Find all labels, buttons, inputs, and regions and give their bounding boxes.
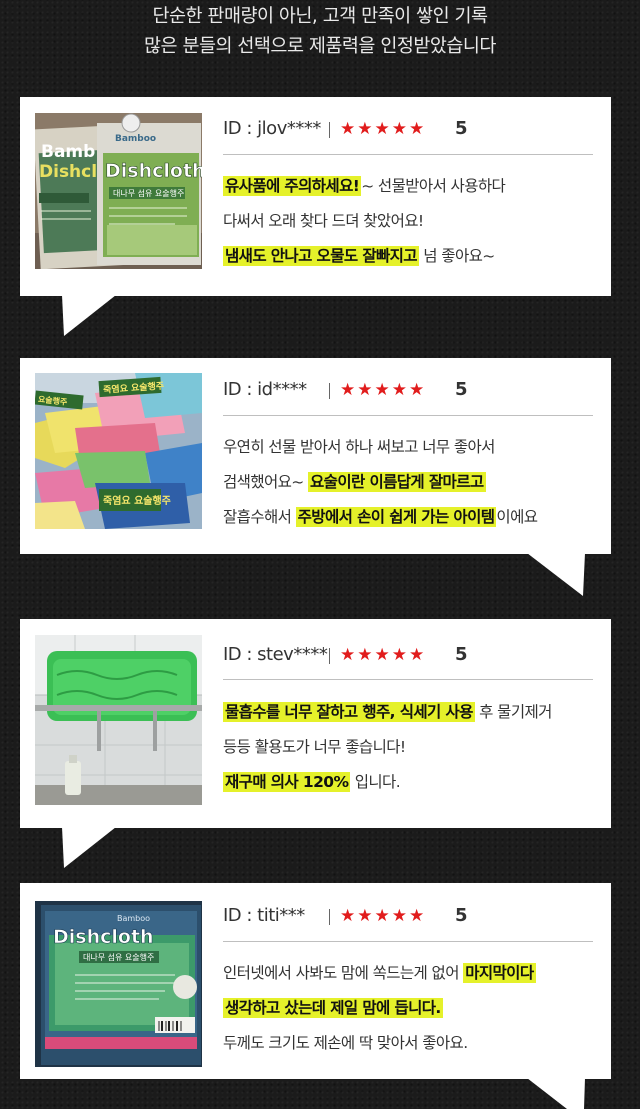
highlight-text: 물흡수를 너무 잘하고 행주, 식세기 사용 xyxy=(223,702,475,722)
review-line-1: 인터넷에서 사봐도 맘에 쏙드는게 없어 마지막이다 xyxy=(223,958,536,988)
card-divider xyxy=(223,415,593,416)
review-meta-2: ID : id**** ★★★★★ 5 xyxy=(223,374,593,406)
review-line-1: 물흡수를 너무 잘하고 행주, 식세기 사용 후 물기제거 xyxy=(223,697,552,727)
highlight-text: 재구매 의사 120% xyxy=(223,772,351,792)
highlight-text: 요술이란 이름답게 잘마르고 xyxy=(308,472,486,492)
star-rating: ★★★★★ xyxy=(340,380,427,400)
review-line-3: 재구매 의사 120% 입니다. xyxy=(223,767,401,797)
highlight-text: 냄새도 안나고 오물도 잘빠지고 xyxy=(223,246,419,266)
meta-separator xyxy=(329,383,330,399)
plain-text: 잘흡수해서 xyxy=(223,508,296,526)
speech-tail-right xyxy=(527,1078,585,1109)
plain-text: 입니다. xyxy=(350,773,401,791)
review-line-2: 생각하고 샀는데 제일 맘에 듭니다. xyxy=(223,993,443,1023)
plain-text: 다써서 오래 찾다 드뎌 찾았어요! xyxy=(223,212,424,230)
photo-label-text: 죽염요 요술행주 xyxy=(103,494,171,507)
dishcloth-package-image: Bamboo Dishcloth 대나무 섬유 요술행주 xyxy=(35,901,202,1067)
card-divider xyxy=(223,154,593,155)
star-rating: ★★★★★ xyxy=(340,119,427,139)
review-photo-2: 죽염요 요술행주 죽염요 요술행주 요술행주 xyxy=(35,373,202,529)
review-card-3: ID : stev**** ★★★★★ 5 물흡수를 너무 잘하고 행주, 식세… xyxy=(20,619,611,828)
rating-score: 5 xyxy=(455,379,468,400)
review-line-2: 등등 활용도가 너무 좋습니다! xyxy=(223,732,406,762)
dishcloth-pile-image: 죽염요 요술행주 죽염요 요술행주 요술행주 xyxy=(35,373,202,529)
highlight-text: 주방에서 손이 쉽게 가는 아이템 xyxy=(295,507,497,527)
plain-text: 넘 좋아요~ xyxy=(418,247,495,265)
review-line-3: 냄새도 안나고 오물도 잘빠지고 넘 좋아요~ xyxy=(223,241,495,271)
svg-text:Bamb: Bamb xyxy=(41,142,95,162)
review-line-3: 두께도 크기도 제손에 딱 맞아서 좋아요. xyxy=(223,1028,468,1058)
review-line-1: 우연히 선물 받아서 하나 써보고 너무 좋아서 xyxy=(223,432,495,462)
svg-text:대나무 섬유 요술행주: 대나무 섬유 요술행주 xyxy=(113,188,184,198)
plain-text: 이에요 xyxy=(496,508,538,526)
plain-text: 인터넷에서 사봐도 맘에 쏙드는게 없어 xyxy=(223,964,464,982)
plain-text: 두께도 크기도 제손에 딱 맞아서 좋아요. xyxy=(223,1034,468,1052)
svg-text:Dishcloth: Dishcloth xyxy=(105,160,202,182)
hanging-cloth-image xyxy=(35,635,202,805)
review-photo-1: Bamboo Dishcloth Dishcl Bamb 대나무 섬유 요술행주 xyxy=(35,113,202,269)
highlight-text: 유사품에 주의하세요! xyxy=(223,176,362,196)
card-divider xyxy=(223,941,593,942)
plain-text: 검색했어요~ xyxy=(223,473,309,491)
photo-brand-text: Bamboo xyxy=(115,134,156,144)
speech-tail-left xyxy=(62,827,116,868)
meta-separator xyxy=(329,648,330,664)
plain-text: 우연히 선물 받아서 하나 써보고 너무 좋아서 xyxy=(223,438,495,456)
rating-score: 5 xyxy=(455,644,468,665)
photo-kr-text: 대나무 섬유 요술행주 xyxy=(83,952,154,962)
review-photo-3 xyxy=(35,635,202,805)
rating-score: 5 xyxy=(455,118,468,139)
card-divider xyxy=(223,679,593,680)
speech-tail-left xyxy=(62,295,116,336)
rating-score: 5 xyxy=(455,905,468,926)
highlight-text: 마지막이다 xyxy=(463,963,536,983)
photo-title-text: Dishcloth xyxy=(53,926,154,948)
speech-tail-right xyxy=(527,553,585,596)
svg-text:Dishcl: Dishcl xyxy=(39,162,97,182)
review-card-2: 죽염요 요술행주 죽염요 요술행주 요술행주 ID : id**** ★★★★★… xyxy=(20,358,611,554)
review-line-3: 잘흡수해서 주방에서 손이 쉽게 가는 아이템 이에요 xyxy=(223,502,538,532)
dishcloth-photo-image: Bamboo Dishcloth Dishcl Bamb 대나무 섬유 요술행주 xyxy=(35,113,202,269)
highlight-text: 생각하고 샀는데 제일 맘에 듭니다. xyxy=(223,998,443,1018)
photo-brand-text: Bamboo xyxy=(117,914,150,923)
review-meta-3: ID : stev**** ★★★★★ 5 xyxy=(223,639,593,671)
review-card-4: Bamboo Dishcloth 대나무 섬유 요술행주 ID : titi**… xyxy=(20,883,611,1079)
review-meta-4: ID : titi*** ★★★★★ 5 xyxy=(223,900,593,932)
plain-text: 등등 활용도가 너무 좋습니다! xyxy=(223,738,406,756)
header-line-2: 많은 분들의 선택으로 제품력을 인정받았습니다 xyxy=(144,36,496,57)
review-meta-1: ID : jlov**** ★★★★★ 5 xyxy=(223,113,593,145)
review-line-1: 유사품에 주의하세요! ~ 선물받아서 사용하다 xyxy=(223,171,506,201)
plain-text: ~ 선물받아서 사용하다 xyxy=(361,177,506,195)
review-line-2: 검색했어요~ 요술이란 이름답게 잘마르고 xyxy=(223,467,486,497)
reviewer-id: ID : titi*** xyxy=(223,905,305,926)
star-rating: ★★★★★ xyxy=(340,645,427,665)
review-photo-4: Bamboo Dishcloth 대나무 섬유 요술행주 xyxy=(35,901,202,1067)
reviewer-id: ID : stev**** xyxy=(223,644,328,665)
plain-text: 후 물기제거 xyxy=(474,703,552,721)
meta-separator xyxy=(329,909,330,925)
star-rating: ★★★★★ xyxy=(340,906,427,926)
review-card-1: Bamboo Dishcloth Dishcl Bamb 대나무 섬유 요술행주… xyxy=(20,97,611,296)
reviewer-id: ID : jlov**** xyxy=(223,118,321,139)
review-line-2: 다써서 오래 찾다 드뎌 찾았어요! xyxy=(223,206,424,236)
reviewer-id: ID : id**** xyxy=(223,379,307,400)
meta-separator xyxy=(329,122,330,138)
header-line-1: 단순한 판매량이 아닌, 고객 만족이 쌓인 기록 xyxy=(152,6,488,27)
